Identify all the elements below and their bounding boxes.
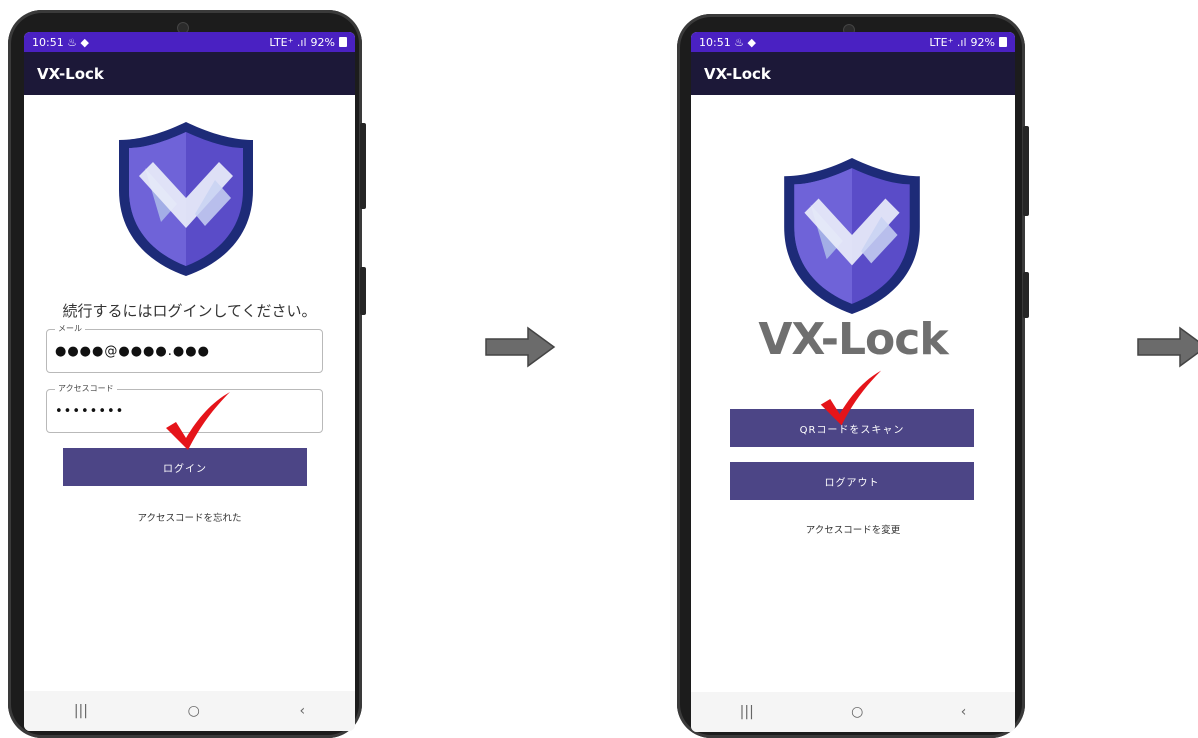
email-value: ●●●●@●●●●.●●●	[55, 344, 210, 359]
recent-apps-icon[interactable]: |||	[74, 703, 88, 719]
screen-main: 10:51 ♨ ◆ LTE⁺ .ıl 92% VX-Lock VX-Lock Q…	[691, 32, 1015, 732]
home-icon[interactable]: ○	[851, 704, 863, 720]
status-right: LTE⁺ .ıl 92%	[269, 36, 347, 49]
brand-title: VX-Lock	[758, 314, 948, 365]
status-bar: 10:51 ♨ ◆ LTE⁺ .ıl 92%	[24, 32, 355, 52]
battery-icon	[999, 37, 1007, 47]
vx-shield-logo	[784, 158, 920, 314]
system-nav-bar: ||| ○ ‹	[691, 692, 1015, 732]
login-button[interactable]: ログイン	[63, 448, 307, 486]
status-icons: ♨ ◆	[734, 35, 757, 49]
home-icon[interactable]: ○	[188, 703, 200, 719]
access-code-label: アクセスコード	[55, 383, 117, 394]
login-prompt: 続行するにはログインしてください。	[62, 302, 317, 320]
battery-level: 92%	[970, 35, 995, 49]
status-right: LTE⁺ .ıl 92%	[929, 36, 1007, 49]
side-button	[360, 123, 366, 209]
logout-button[interactable]: ログアウト	[730, 462, 974, 500]
status-time: 10:51	[32, 35, 64, 49]
arrow-right-icon	[485, 326, 556, 368]
app-bar: VX-Lock	[24, 52, 355, 95]
status-bar: 10:51 ♨ ◆ LTE⁺ .ıl 92%	[691, 32, 1015, 52]
back-icon[interactable]: ‹	[961, 704, 967, 720]
recent-apps-icon[interactable]: |||	[740, 704, 754, 720]
phone-login: 10:51 ♨ ◆ LTE⁺ .ıl 92% VX-Lock 続行するにはログイ…	[8, 10, 366, 738]
arrow-right-icon	[1137, 326, 1198, 368]
battery-icon	[339, 37, 347, 47]
change-access-code-link[interactable]: アクセスコードを変更	[691, 522, 1015, 536]
battery-level: 92%	[310, 35, 335, 49]
app-bar: VX-Lock	[691, 52, 1015, 95]
status-left: 10:51 ♨ ◆	[32, 36, 89, 49]
email-label: メール	[55, 323, 85, 334]
status-left: 10:51 ♨ ◆	[699, 36, 756, 49]
status-time: 10:51	[699, 35, 731, 49]
side-button	[1023, 272, 1029, 318]
forgot-access-code-link[interactable]: アクセスコードを忘れた	[24, 510, 355, 524]
signal-icon: LTE⁺ .ıl	[269, 35, 307, 49]
checkmark-icon	[820, 370, 882, 426]
app-title: VX-Lock	[37, 64, 104, 83]
system-nav-bar: ||| ○ ‹	[24, 691, 355, 731]
checkmark-icon	[166, 392, 230, 450]
side-button	[360, 267, 366, 315]
status-icons: ♨ ◆	[67, 35, 90, 49]
back-icon[interactable]: ‹	[300, 703, 306, 719]
vx-shield-logo	[119, 122, 253, 276]
app-title: VX-Lock	[704, 64, 771, 83]
phone-main: 10:51 ♨ ◆ LTE⁺ .ıl 92% VX-Lock VX-Lock Q…	[677, 14, 1029, 738]
access-code-value: ••••••••	[55, 404, 125, 419]
signal-icon: LTE⁺ .ıl	[929, 35, 967, 49]
screen-login: 10:51 ♨ ◆ LTE⁺ .ıl 92% VX-Lock 続行するにはログイ…	[24, 32, 355, 731]
side-button	[1023, 126, 1029, 216]
email-field[interactable]: メール ●●●●@●●●●.●●●	[46, 323, 323, 373]
